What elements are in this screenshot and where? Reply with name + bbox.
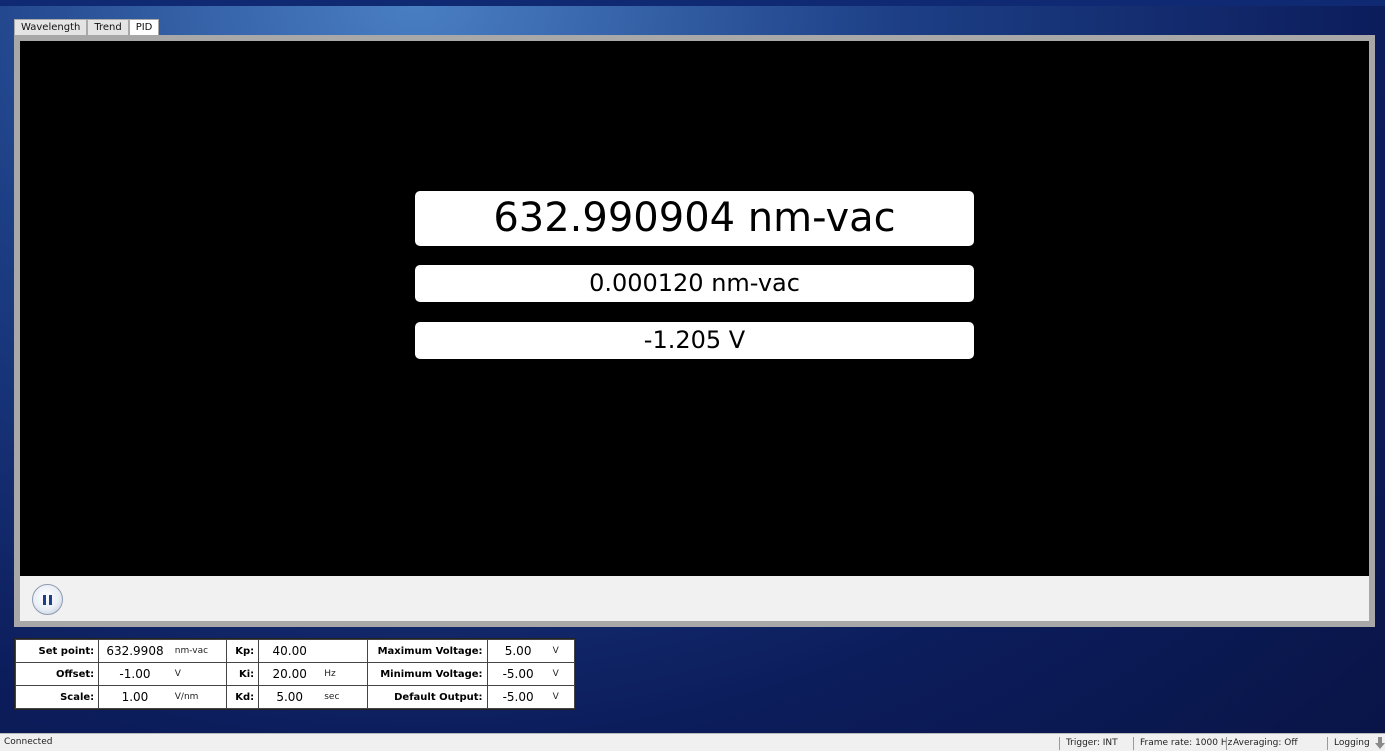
table-row: Scale: 1.00 V/nm Kd: 5.00 sec Default Ou… [14,685,575,709]
set-point-label: Set point: [14,639,100,663]
voltage-readout: -1.205 V [415,322,974,359]
scale-unit: V/nm [170,685,227,709]
kd-unit: sec [320,685,368,709]
status-bar: Connected Trigger: INT Frame rate: 1000 … [0,733,1385,751]
kp-label: Kp: [225,639,260,663]
logging-label: Logging [1334,738,1370,748]
tab-pid[interactable]: PID [128,19,160,36]
default-output-unit: V [548,685,575,709]
tab-wavelength[interactable]: Wavelength [14,19,88,35]
offset-unit: V [170,662,227,686]
scale-label: Scale: [14,685,100,709]
pid-panel: 632.990904 nm-vac 0.000120 nm-vac -1.205… [14,35,1375,627]
readout-display: 632.990904 nm-vac 0.000120 nm-vac -1.205… [20,41,1369,576]
app-window: Wavelength Trend PID 632.990904 nm-vac 0… [0,0,1385,751]
min-voltage-field[interactable]: -5.00 [486,662,549,686]
pause-icon [43,594,52,605]
set-point-unit: nm-vac [170,639,227,663]
max-voltage-field[interactable]: 5.00 [486,639,549,663]
logging-status[interactable]: Logging [1327,737,1385,750]
ki-unit: Hz [320,662,368,686]
kp-unit [320,639,368,663]
set-point-field[interactable]: 632.9908 [98,639,171,663]
kp-field[interactable]: 40.00 [258,639,321,663]
kd-label: Kd: [225,685,260,709]
default-output-label: Default Output: [366,685,488,709]
pid-parameters-table: Set point: 632.9908 nm-vac Kp: 40.00 Max… [14,638,576,710]
window-top-border [0,0,1385,6]
max-voltage-unit: V [548,639,575,663]
scale-field[interactable]: 1.00 [98,685,171,709]
deviation-readout: 0.000120 nm-vac [415,265,974,302]
control-strip [20,576,1369,621]
max-voltage-label: Maximum Voltage: [366,639,488,663]
offset-field[interactable]: -1.00 [98,662,171,686]
tab-trend[interactable]: Trend [87,19,129,35]
tab-bar: Wavelength Trend PID [14,19,160,36]
ki-field[interactable]: 20.00 [258,662,321,686]
offset-label: Offset: [14,662,100,686]
averaging-status[interactable]: Averaging: Off [1226,737,1298,750]
default-output-field[interactable]: -5.00 [486,685,549,709]
min-voltage-unit: V [548,662,575,686]
download-arrow-icon [1374,737,1385,750]
table-row: Set point: 632.9908 nm-vac Kp: 40.00 Max… [14,639,575,663]
frame-rate-status[interactable]: Frame rate: 1000 Hz [1133,737,1232,750]
connection-status: Connected [4,737,53,747]
kd-field[interactable]: 5.00 [258,685,321,709]
ki-label: Ki: [225,662,260,686]
table-row: Offset: -1.00 V Ki: 20.00 Hz Minimum Vol… [14,662,575,686]
wavelength-readout: 632.990904 nm-vac [415,191,974,246]
min-voltage-label: Minimum Voltage: [366,662,488,686]
trigger-status[interactable]: Trigger: INT [1059,737,1118,750]
pause-button[interactable] [32,584,63,615]
